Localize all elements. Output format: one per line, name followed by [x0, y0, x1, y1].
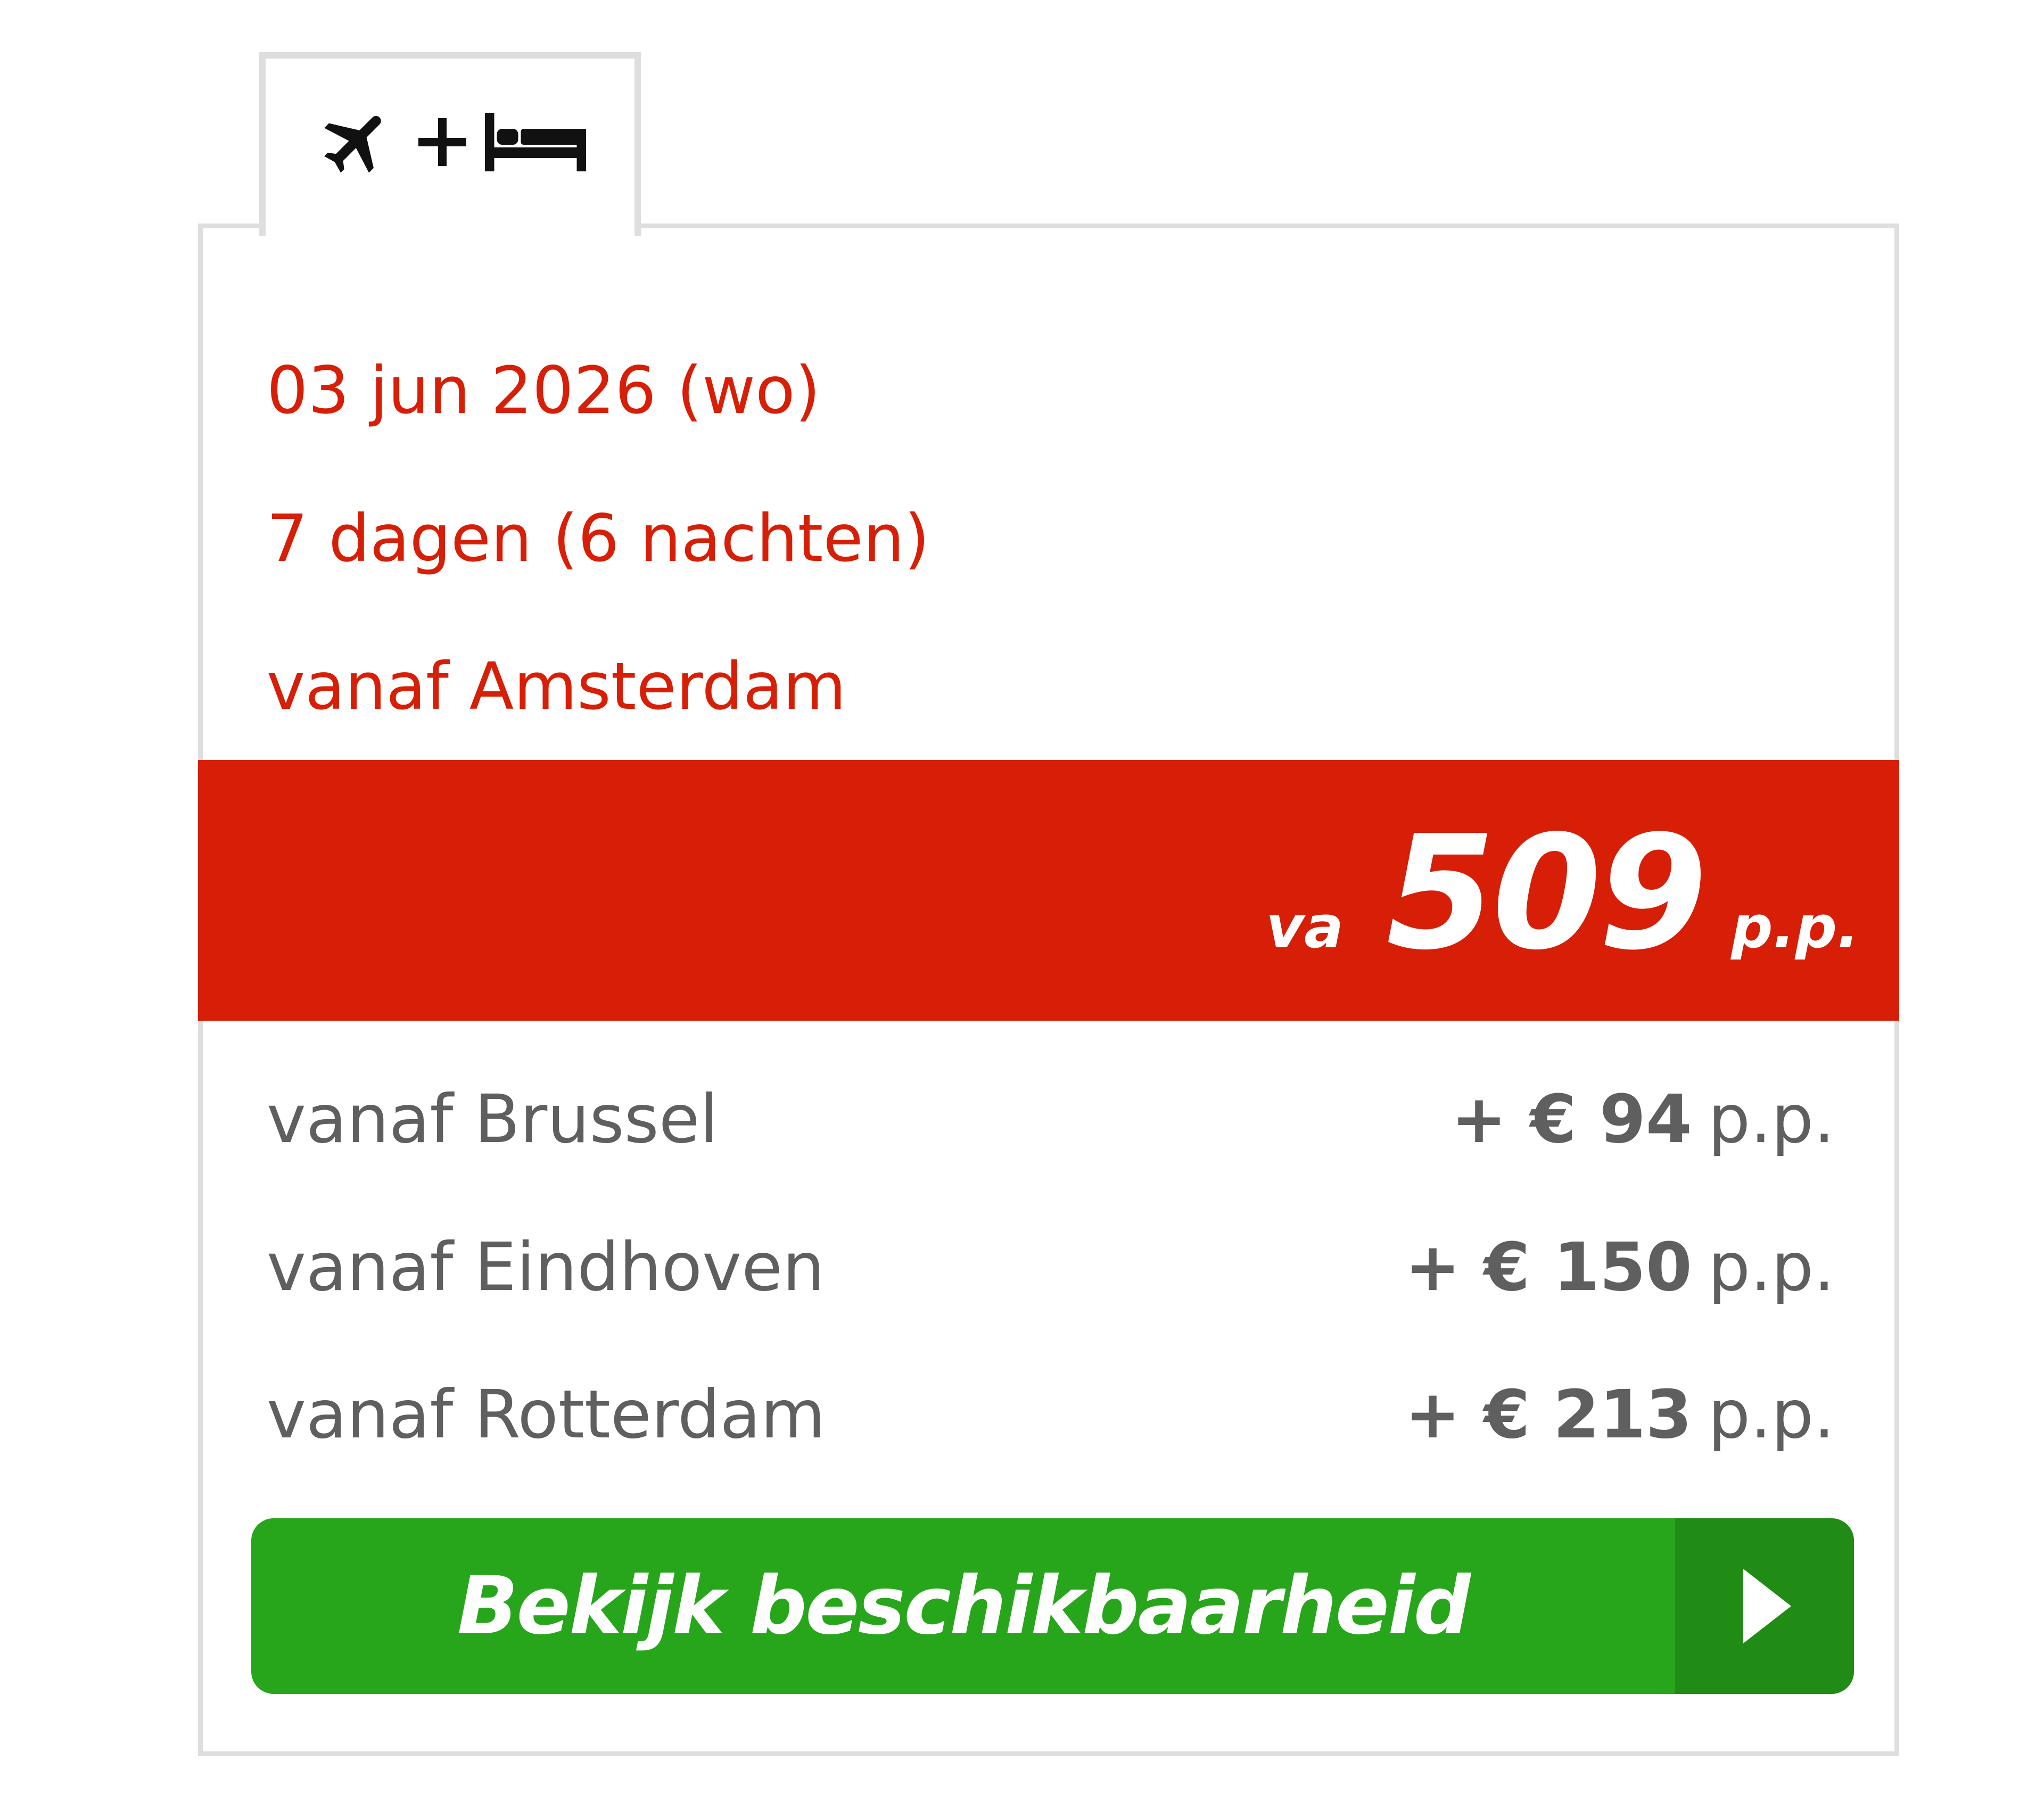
tab-icon-group — [315, 102, 586, 182]
product-type-tab[interactable] — [259, 52, 641, 236]
price-amount: 509 — [1386, 801, 1708, 985]
alternative-surcharge: + € 150 p.p. — [1405, 1228, 1835, 1308]
alternative-departure-row: vanaf Brussel + € 94 p.p. — [267, 1080, 1835, 1160]
plus-icon — [416, 115, 469, 169]
price-display: va 509 p.p. — [1266, 813, 1859, 973]
alternative-surcharge: + € 213 p.p. — [1405, 1375, 1835, 1455]
alternative-departure-row: vanaf Rotterdam + € 213 p.p. — [267, 1375, 1835, 1455]
departure-airport: vanaf Amsterdam — [267, 649, 846, 724]
alternative-departure-label: vanaf Brussel — [267, 1081, 719, 1158]
chevron-right-icon — [1675, 1518, 1854, 1694]
alternative-departure-row: vanaf Eindhoven + € 150 p.p. — [267, 1228, 1835, 1308]
price-banner: va 509 p.p. — [198, 760, 1899, 1021]
surcharge-amount: + € 213 — [1405, 1376, 1692, 1453]
departure-date: 03 jun 2026 (wo) — [267, 353, 821, 428]
surcharge-amount: + € 150 — [1405, 1229, 1692, 1306]
price-prefix: va — [1266, 893, 1344, 961]
bed-icon — [484, 112, 586, 171]
surcharge-unit: p.p. — [1708, 1081, 1835, 1158]
alternative-departure-label: vanaf Eindhoven — [267, 1229, 825, 1306]
surcharge-unit: p.p. — [1708, 1229, 1835, 1306]
alternative-departure-label: vanaf Rotterdam — [267, 1376, 826, 1453]
trip-duration: 7 dagen (6 nachten) — [267, 501, 930, 576]
surcharge-amount: + € 94 — [1451, 1081, 1692, 1158]
check-availability-button[interactable]: Bekijk beschikbaarheid — [251, 1518, 1854, 1694]
price-suffix: p.p. — [1730, 893, 1859, 961]
offer-card: 03 jun 2026 (wo) 7 dagen (6 nachten) van… — [198, 224, 1899, 1756]
plane-icon — [315, 102, 400, 182]
check-availability-label: Bekijk beschikbaarheid — [457, 1560, 1471, 1652]
surcharge-unit: p.p. — [1708, 1376, 1835, 1453]
alternative-surcharge: + € 94 p.p. — [1451, 1080, 1835, 1160]
